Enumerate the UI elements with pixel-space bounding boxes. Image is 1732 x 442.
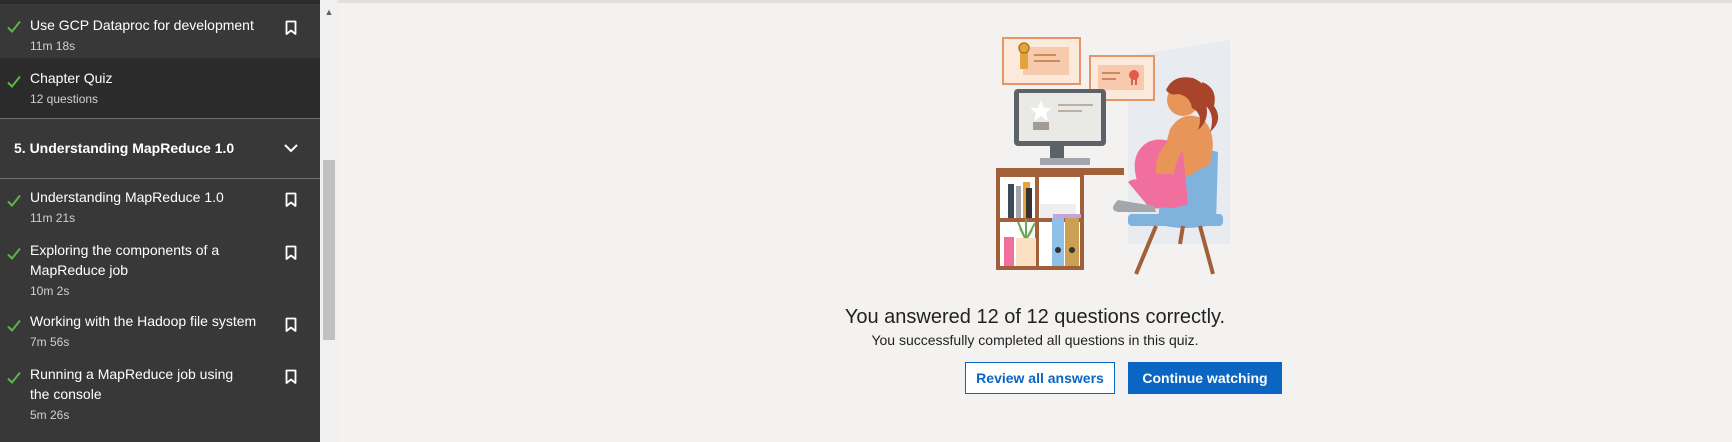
toc-item-duration: 7m 56s bbox=[30, 335, 70, 349]
toc-item-gcp-dataproc[interactable]: Use GCP Dataproc for development 11m 18s bbox=[0, 4, 320, 58]
quiz-complete-illustration bbox=[996, 37, 1230, 275]
section-divider bbox=[0, 118, 320, 119]
toc-item-duration: 11m 21s bbox=[30, 211, 76, 225]
checkmark-icon bbox=[6, 74, 22, 90]
checkmark-icon bbox=[6, 193, 22, 209]
toc-item-chapter-quiz[interactable]: Chapter Quiz 12 questions bbox=[0, 58, 320, 118]
course-sidebar: Use GCP Dataproc for development 11m 18s… bbox=[0, 4, 320, 442]
scrollbar-thumb[interactable] bbox=[323, 160, 335, 340]
section-title: 5. Understanding MapReduce 1.0 bbox=[14, 140, 235, 156]
toc-item-duration: 10m 2s bbox=[30, 284, 70, 298]
toc-item-title: Understanding MapReduce 1.0 bbox=[30, 189, 224, 205]
bookmark-icon[interactable] bbox=[285, 245, 297, 261]
continue-watching-button[interactable]: Continue watching bbox=[1128, 362, 1282, 394]
bookmark-icon[interactable] bbox=[285, 317, 297, 333]
toc-item-hadoop-file-system[interactable]: Working with the Hadoop file system 7m 5… bbox=[0, 303, 320, 355]
toc-item-run-mapreduce-console[interactable]: Running a MapReduce job using the consol… bbox=[0, 355, 320, 442]
quiz-result-panel: You answered 12 of 12 questions correctl… bbox=[338, 4, 1732, 442]
review-answers-button[interactable]: Review all answers bbox=[965, 362, 1115, 394]
checkmark-icon bbox=[6, 246, 22, 262]
sidebar-scrollbar[interactable]: ▲ bbox=[320, 0, 338, 442]
bookmark-icon[interactable] bbox=[285, 20, 297, 36]
toc-item-title: Use GCP Dataproc for development bbox=[30, 17, 254, 33]
checkmark-icon bbox=[6, 19, 22, 35]
toc-item-title: Running a MapReduce job using the consol… bbox=[30, 366, 234, 402]
quiz-completion-subtext: You successfully completed all questions… bbox=[871, 332, 1199, 348]
toc-item-mapreduce-components[interactable]: Exploring the components of a MapReduce … bbox=[0, 231, 320, 303]
toc-item-title: Exploring the components of a MapReduce … bbox=[30, 242, 220, 278]
chevron-up-icon[interactable] bbox=[283, 140, 299, 156]
checkmark-icon bbox=[6, 370, 22, 386]
section-header[interactable]: 5. Understanding MapReduce 1.0 bbox=[0, 120, 320, 177]
toc-item-title: Working with the Hadoop file system bbox=[30, 313, 257, 329]
toc-item-duration: 11m 18s bbox=[30, 39, 76, 53]
bookmark-icon[interactable] bbox=[285, 192, 297, 208]
checkmark-icon bbox=[6, 318, 22, 334]
toc-item-duration: 5m 26s bbox=[30, 408, 70, 422]
quiz-score-text: You answered 12 of 12 questions correctl… bbox=[844, 306, 1226, 328]
scroll-up-arrow-icon[interactable]: ▲ bbox=[320, 6, 338, 18]
toc-item-question-count: 12 questions bbox=[30, 92, 99, 106]
toc-item-title: Chapter Quiz bbox=[30, 70, 113, 86]
bookmark-icon[interactable] bbox=[285, 369, 297, 385]
toc-item-understanding-mapreduce[interactable]: Understanding MapReduce 1.0 11m 21s bbox=[0, 179, 320, 231]
